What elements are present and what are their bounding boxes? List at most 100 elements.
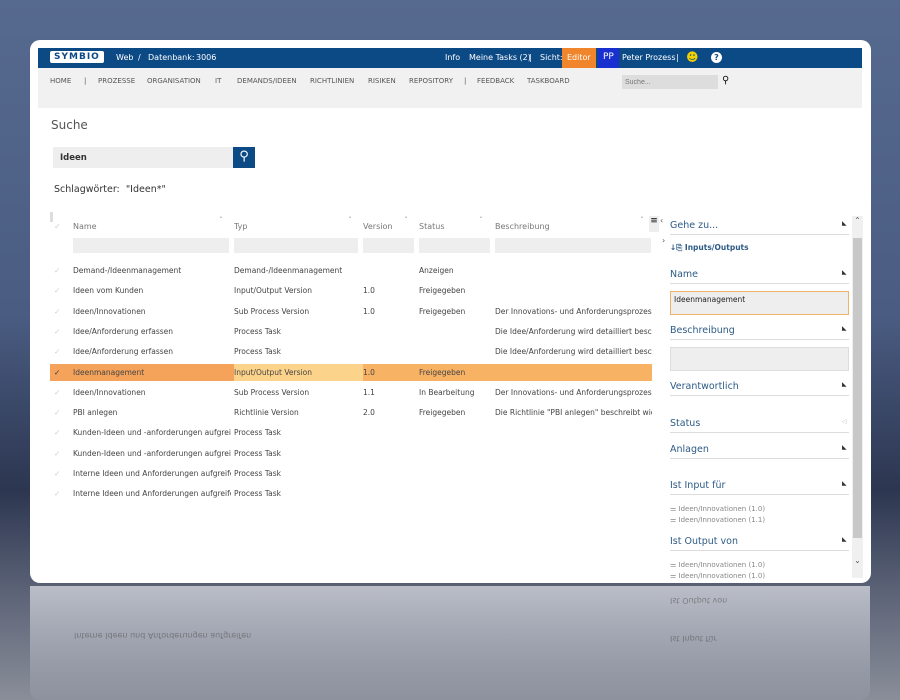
window-reflection: Interne Ideen und Anforderungen aufgreif… xyxy=(30,586,870,700)
nav-risiken[interactable]: RISIKEN xyxy=(368,77,396,85)
filter-name[interactable] xyxy=(73,238,229,253)
table-row[interactable]: ✓ Ideen/Innovationen Sub Process Version 1.… xyxy=(50,303,652,320)
list-item[interactable]: ⚌ Ideen/Innovationen (1.0) xyxy=(670,560,765,571)
table-row[interactable]: ✓ Idee/Anforderung erfassen Process Task Di… xyxy=(50,323,652,340)
row-check-icon[interactable]: ✓ xyxy=(54,327,68,336)
row-check-icon[interactable]: ✓ xyxy=(54,469,68,478)
nav-repository[interactable]: REPOSITORY xyxy=(409,77,453,85)
name-field[interactable]: Ideenmanagement xyxy=(670,291,849,315)
divider xyxy=(670,550,849,551)
user-name[interactable]: Peter Prozess xyxy=(622,53,676,62)
column-resize-handle[interactable] xyxy=(50,212,53,222)
collapse-icon[interactable]: ◣ xyxy=(842,536,847,543)
collapse-icon[interactable]: ◣ xyxy=(842,269,847,276)
list-item[interactable]: ⚌ Ideen/Innovationen (1.1) xyxy=(670,515,765,526)
table-row[interactable]: ✓ PBI anlegen Richtlinie Version 2.0 Freigeg… xyxy=(50,404,652,421)
view-editor-button[interactable]: Editor xyxy=(562,48,596,68)
chevron-down-icon[interactable]: ˇ xyxy=(479,216,483,225)
list-item[interactable]: ⚌ Ideen/Innovationen (1.0) xyxy=(670,504,765,515)
row-check-icon[interactable]: ✓ xyxy=(54,266,68,275)
row-check-icon[interactable]: ✓ xyxy=(54,307,68,316)
search-icon[interactable]: ⚲ xyxy=(722,75,729,86)
column-menu-icon[interactable]: ≡ xyxy=(649,216,659,232)
scroll-down-icon[interactable]: ⌄ xyxy=(852,556,863,565)
table-row[interactable]: ✓ Interne Ideen und Anforderungen aufgrei… xyxy=(50,465,652,482)
select-all-check-icon[interactable]: ✓ xyxy=(54,222,61,231)
avatar[interactable]: PP xyxy=(598,48,619,68)
input-for-list: ⚌ Ideen/Innovationen (1.0) ⚌ Ideen/Innov… xyxy=(670,504,765,526)
row-check-icon[interactable]: ✓ xyxy=(54,368,68,377)
row-check-icon[interactable]: ✓ xyxy=(54,408,68,417)
collapse-icon[interactable]: ◣ xyxy=(842,444,847,451)
chevron-down-icon[interactable]: ˇ xyxy=(640,216,644,225)
cell-typ: Process Task xyxy=(234,347,282,357)
nav-prozesse[interactable]: PROZESSE xyxy=(98,77,135,85)
expand-icon[interactable]: ◁ xyxy=(842,418,847,425)
chevron-down-icon[interactable]: ˇ xyxy=(219,216,223,225)
filter-typ[interactable] xyxy=(234,238,358,253)
scroll-up-icon[interactable]: ⌃ xyxy=(852,216,863,225)
row-check-icon[interactable]: ✓ xyxy=(54,388,68,397)
column-header-typ[interactable]: Typ xyxy=(234,222,247,231)
row-check-icon[interactable]: ✓ xyxy=(54,286,68,295)
table-row[interactable]: ✓ Kunden-Ideen und -anforderungen aufgrei… xyxy=(50,445,652,462)
panel-scrollbar[interactable]: ⌃ ⌄ xyxy=(852,216,863,578)
divider: | xyxy=(529,53,532,62)
name-section-label: Name xyxy=(670,269,699,280)
nav-organisation[interactable]: ORGANISATION xyxy=(147,77,201,85)
table-row[interactable]: ✓ Ideen vom Kunden Input/Output Version 1.0… xyxy=(50,282,652,299)
column-header-beschreibung[interactable]: Beschreibung xyxy=(495,222,550,231)
nav-it[interactable]: IT xyxy=(215,77,221,85)
nav-taskboard[interactable]: TASKBOARD xyxy=(527,77,570,85)
list-item[interactable]: ⚌ Ideen/Innovationen (1.0) xyxy=(670,571,765,582)
smiley-icon[interactable]: ☻ xyxy=(686,50,699,64)
scrollbar-thumb[interactable] xyxy=(853,238,862,538)
table-row[interactable]: ✓ Kunden-Ideen und -anforderungen aufgrei… xyxy=(50,424,652,441)
divider xyxy=(670,234,849,235)
filter-beschreibung[interactable] xyxy=(495,238,651,253)
help-icon[interactable]: ? xyxy=(711,52,722,63)
row-check-icon[interactable]: ✓ xyxy=(54,428,68,437)
process-icon: ⚌ xyxy=(670,505,679,513)
search-button[interactable]: ⚲ xyxy=(233,147,255,168)
table-row[interactable]: ✓ Idee/Anforderung erfassen Process Task Di… xyxy=(50,343,652,360)
column-header-status[interactable]: Status xyxy=(419,222,445,231)
table-row[interactable]: ✓ Ideen/Innovationen Sub Process Version 1.… xyxy=(50,384,652,401)
symbio-logo[interactable]: SYMBIO xyxy=(50,51,104,63)
responsible-section-label: Verantwortlich xyxy=(670,381,739,392)
my-tasks-link[interactable]: Meine Tasks (2) xyxy=(469,53,531,62)
collapse-left-icon[interactable]: ‹ xyxy=(660,216,663,225)
filter-version[interactable] xyxy=(363,238,414,253)
table-row[interactable]: ✓ Demand-/Ideenmanagement Demand-/Ideenman… xyxy=(50,262,652,279)
chevron-down-icon[interactable]: ˇ xyxy=(404,216,408,225)
row-check-icon[interactable]: ✓ xyxy=(54,489,68,498)
view-label: Sicht: xyxy=(540,53,563,62)
column-header-version[interactable]: Version xyxy=(363,222,392,231)
info-link[interactable]: Info xyxy=(445,53,460,62)
nav-home[interactable]: HOME xyxy=(50,77,71,85)
nav-feedback[interactable]: FEEDBACK xyxy=(477,77,514,85)
collapse-icon[interactable]: ◣ xyxy=(842,381,847,388)
goto-header[interactable]: Gehe zu... xyxy=(670,220,718,231)
collapse-icon[interactable]: ◣ xyxy=(842,325,847,332)
nav-search-input[interactable] xyxy=(622,75,718,89)
nav-demands-ideen[interactable]: DEMANDS/IDEEN xyxy=(237,77,297,85)
table-row[interactable]: ✓ Interne Ideen und Anforderungen aufgrei… xyxy=(50,485,652,502)
inputs-outputs-link[interactable]: ↓⎘ Inputs/Outputs xyxy=(670,243,749,253)
chevron-down-icon[interactable]: ˇ xyxy=(348,216,352,225)
table-row-selected[interactable]: ✓ Ideenmanagement Input/Output Version 1.0 F… xyxy=(50,363,652,381)
main-nav: HOME | PROZESSE ORGANISATION IT DEMANDS/… xyxy=(38,68,862,108)
column-header-name[interactable]: Name xyxy=(73,222,97,231)
expand-right-icon[interactable]: › xyxy=(662,236,665,245)
cell-desc: Der Innovations- und Anforderungsprozes.… xyxy=(495,306,652,316)
collapse-icon[interactable]: ◣ xyxy=(842,220,847,227)
cell-name: Demand-/Ideenmanagement xyxy=(73,266,182,275)
nav-richtlinien[interactable]: RICHTLINIEN xyxy=(310,77,354,85)
search-input[interactable]: Ideen xyxy=(53,147,233,168)
collapse-icon[interactable]: ◣ xyxy=(842,480,847,487)
filter-status[interactable] xyxy=(419,238,490,253)
row-check-icon[interactable]: ✓ xyxy=(54,347,68,356)
cell-typ: Process Task xyxy=(234,326,282,336)
row-check-icon[interactable]: ✓ xyxy=(54,449,68,458)
description-field[interactable] xyxy=(670,347,849,371)
